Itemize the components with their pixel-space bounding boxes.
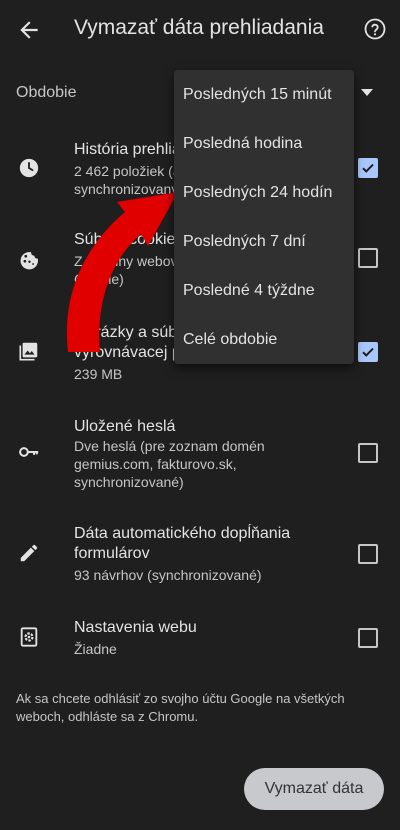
site-settings-checkbox[interactable] [358, 628, 378, 648]
passwords-option[interactable]: Uložené heslá Dve heslá (pre zoznam domé… [0, 417, 400, 493]
site-settings-subtitle: Žiadne [74, 641, 117, 657]
top-app-bar: Vymazať dáta prehliadania [0, 0, 400, 58]
clock-icon [18, 157, 40, 179]
period-option-last-hour[interactable]: Posledná hodina [174, 119, 354, 168]
period-option-15-minutes[interactable]: Posledných 15 minút [174, 70, 354, 119]
page-title: Vymazať dáta prehliadania [74, 16, 324, 39]
site-settings-icon [18, 626, 40, 648]
period-option-label: Celé obdobie [183, 331, 278, 348]
dropdown-caret-icon[interactable] [361, 89, 373, 97]
passwords-checkbox[interactable] [358, 443, 378, 463]
period-option-label: Posledné 4 týždne [183, 282, 315, 299]
period-option-7-days[interactable]: Posledných 7 dní [174, 217, 354, 266]
period-option-label: Posledná hodina [183, 135, 303, 152]
period-option-label: Posledných 7 dní [183, 233, 306, 250]
passwords-subtitle: Dve heslá (pre zoznam domén gemius.com, … [74, 438, 265, 490]
autofill-option[interactable]: Dáta automatického dopĺňania formulárov … [0, 524, 400, 584]
image-icon [18, 340, 40, 362]
site-settings-title: Nastavenia webu [74, 619, 197, 636]
period-option-all-time[interactable]: Celé obdobie [174, 315, 354, 364]
autofill-checkbox[interactable] [358, 544, 378, 564]
period-option-label: Posledných 24 hodín [183, 184, 333, 201]
passwords-title: Uložené heslá [74, 418, 176, 435]
autofill-title: Dáta automatického dopĺňania formulárov [74, 525, 291, 562]
pencil-icon [18, 542, 40, 564]
site-settings-option[interactable]: Nastavenia webu Žiadne [0, 618, 400, 660]
cookie-icon [18, 248, 40, 270]
history-checkbox[interactable] [358, 158, 378, 178]
cookies-checkbox[interactable] [358, 248, 378, 268]
cached-images-subtitle: 239 MB [74, 366, 123, 382]
period-label: Obdobie [16, 84, 77, 101]
cached-images-checkbox[interactable] [358, 342, 378, 362]
arrow-back-icon[interactable] [16, 17, 42, 43]
help-circle-icon[interactable] [363, 17, 387, 41]
period-option-24-hours[interactable]: Posledných 24 hodín [174, 168, 354, 217]
sign-out-note: Ak sa chcete odhlásiť zo svojho účtu Goo… [16, 691, 345, 724]
period-option-4-weeks[interactable]: Posledné 4 týždne [174, 266, 354, 315]
key-icon [18, 441, 40, 463]
period-dropdown-menu: Posledných 15 minút Posledná hodina Posl… [174, 70, 354, 364]
period-option-label: Posledných 15 minút [183, 86, 332, 103]
clear-data-button[interactable]: Vymazať dáta [244, 768, 384, 810]
autofill-subtitle: 93 návrhov (synchronizované) [74, 567, 262, 583]
